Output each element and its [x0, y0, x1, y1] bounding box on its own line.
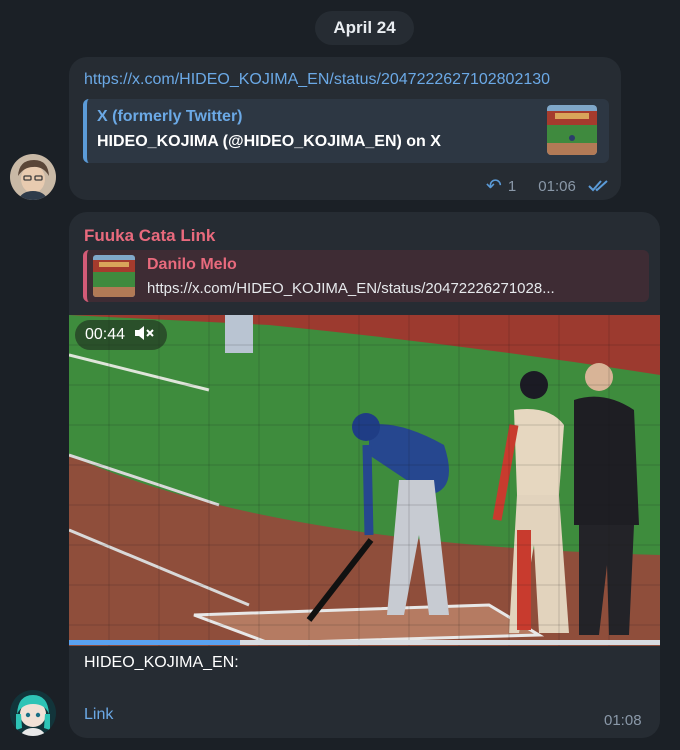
- message-meta: ↶ 1 01:06: [486, 175, 612, 198]
- message-url[interactable]: https://x.com/HIDEO_KOJIMA_EN/status/204…: [84, 71, 550, 89]
- video-duration: 00:44: [85, 326, 126, 343]
- double-check-icon: [588, 178, 612, 196]
- link-preview-card[interactable]: X (formerly Twitter) HIDEO_KOJIMA (@HIDE…: [83, 99, 609, 163]
- preview-site-name: X (formerly Twitter): [97, 108, 243, 125]
- reply-thumbnail: [93, 255, 135, 297]
- video-caption: HIDEO_KOJIMA_EN:: [84, 654, 239, 671]
- reply-text: https://x.com/HIDEO_KOJIMA_EN/status/204…: [147, 280, 555, 297]
- preview-title: HIDEO_KOJIMA (@HIDEO_KOJIMA_EN) on X: [97, 133, 441, 150]
- date-separator-label: April 24: [333, 18, 396, 37]
- sender-avatar[interactable]: [10, 690, 56, 736]
- video-player[interactable]: [69, 315, 660, 646]
- speaker-muted-icon[interactable]: [133, 324, 155, 347]
- video-progress-bar[interactable]: [69, 640, 660, 645]
- message-time: 01:06: [538, 178, 576, 195]
- message-sender[interactable]: Fuuka Cata Link: [84, 226, 215, 246]
- reply-quote[interactable]: Danilo Melo https://x.com/HIDEO_KOJIMA_E…: [83, 250, 649, 302]
- user-avatar[interactable]: [10, 154, 56, 200]
- reply-author: Danilo Melo: [147, 256, 237, 273]
- message-bubble-link[interactable]: https://x.com/HIDEO_KOJIMA_EN/status/204…: [69, 57, 621, 200]
- video-duration-badge[interactable]: 00:44: [75, 320, 167, 350]
- reply-count[interactable]: 1: [508, 178, 516, 195]
- caption-link[interactable]: Link: [84, 706, 113, 724]
- date-separator: April 24: [315, 11, 414, 45]
- baseball-field-thumbnail: [547, 105, 597, 155]
- reply-arrow-icon[interactable]: ↶: [486, 175, 502, 198]
- message-time: 01:08: [604, 712, 642, 729]
- video-progress-fill: [69, 640, 241, 645]
